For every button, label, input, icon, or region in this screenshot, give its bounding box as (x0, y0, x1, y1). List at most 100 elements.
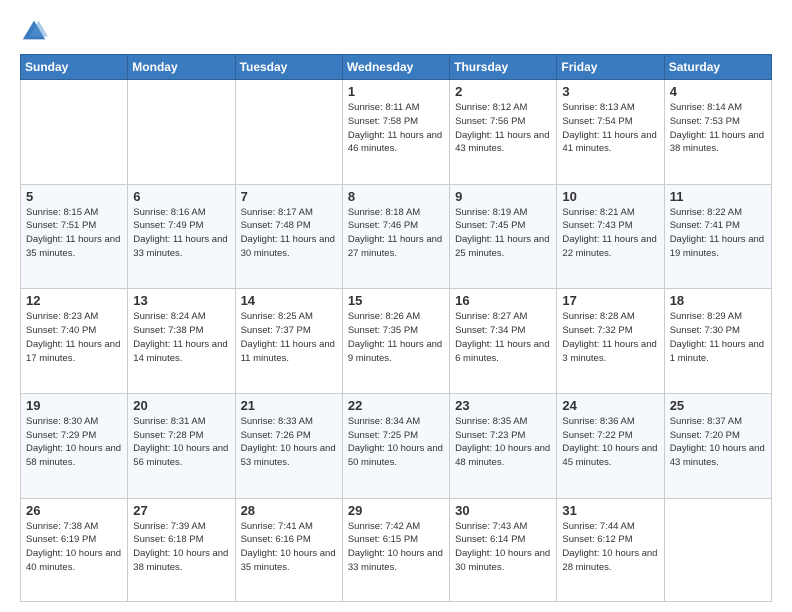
calendar-cell: 26 Sunrise: 7:38 AM Sunset: 6:19 PM Dayli… (21, 498, 128, 602)
calendar-cell: 16Sunrise: 8:27 AM Sunset: 7:34 PM Dayli… (450, 289, 557, 394)
calendar-cell: 23 Sunrise: 8:35 AM Sunset: 7:23 PM Dayli… (450, 393, 557, 498)
day-of-week-header: Friday (557, 55, 664, 80)
day-number: 21 (241, 398, 337, 413)
day-number: 4 (670, 84, 766, 99)
calendar-cell: 5Sunrise: 8:15 AM Sunset: 7:51 PM Daylig… (21, 184, 128, 289)
day-info: Sunrise: 8:18 AM Sunset: 7:46 PM Dayligh… (348, 206, 444, 261)
calendar-cell: 21 Sunrise: 8:33 AM Sunset: 7:26 PM Dayli… (235, 393, 342, 498)
calendar-cell: 1Sunrise: 8:11 AM Sunset: 7:58 PM Daylig… (342, 80, 449, 185)
day-info: Sunrise: 8:26 AM Sunset: 7:35 PM Dayligh… (348, 310, 444, 365)
day-info: Sunrise: 8:34 AM Sunset: 7:25 PM Dayligh… (348, 415, 444, 470)
day-number: 2 (455, 84, 551, 99)
calendar-cell: 8 Sunrise: 8:18 AM Sunset: 7:46 PM Daylig… (342, 184, 449, 289)
day-number: 17 (562, 293, 658, 308)
calendar-cell: 17 Sunrise: 8:28 AM Sunset: 7:32 PM Dayli… (557, 289, 664, 394)
day-of-week-header: Saturday (664, 55, 771, 80)
day-info: Sunrise: 8:30 AM Sunset: 7:29 PM Dayligh… (26, 415, 122, 470)
calendar-week-row: 5Sunrise: 8:15 AM Sunset: 7:51 PM Daylig… (21, 184, 772, 289)
calendar-cell: 30Sunrise: 7:43 AM Sunset: 6:14 PM Dayli… (450, 498, 557, 602)
day-of-week-header: Monday (128, 55, 235, 80)
day-number: 11 (670, 189, 766, 204)
day-number: 15 (348, 293, 444, 308)
calendar-week-row: 1Sunrise: 8:11 AM Sunset: 7:58 PM Daylig… (21, 80, 772, 185)
day-info: Sunrise: 7:38 AM Sunset: 6:19 PM Dayligh… (26, 520, 122, 575)
day-of-week-header: Thursday (450, 55, 557, 80)
calendar-cell (664, 498, 771, 602)
calendar-cell: 18 Sunrise: 8:29 AM Sunset: 7:30 PM Dayli… (664, 289, 771, 394)
day-number: 25 (670, 398, 766, 413)
calendar-cell: 14 Sunrise: 8:25 AM Sunset: 7:37 PM Dayli… (235, 289, 342, 394)
day-of-week-header: Sunday (21, 55, 128, 80)
day-number: 6 (133, 189, 229, 204)
day-number: 31 (562, 503, 658, 518)
day-info: Sunrise: 8:19 AM Sunset: 7:45 PM Dayligh… (455, 206, 551, 261)
day-info: Sunrise: 7:39 AM Sunset: 6:18 PM Dayligh… (133, 520, 229, 575)
day-number: 26 (26, 503, 122, 518)
day-number: 29 (348, 503, 444, 518)
calendar-cell (128, 80, 235, 185)
calendar-week-row: 19Sunrise: 8:30 AM Sunset: 7:29 PM Dayli… (21, 393, 772, 498)
calendar-cell: 12Sunrise: 8:23 AM Sunset: 7:40 PM Dayli… (21, 289, 128, 394)
day-number: 3 (562, 84, 658, 99)
day-number: 1 (348, 84, 444, 99)
day-number: 7 (241, 189, 337, 204)
day-of-week-header: Wednesday (342, 55, 449, 80)
logo (20, 16, 52, 44)
day-info: Sunrise: 8:15 AM Sunset: 7:51 PM Dayligh… (26, 206, 122, 261)
day-info: Sunrise: 8:35 AM Sunset: 7:23 PM Dayligh… (455, 415, 551, 470)
day-number: 12 (26, 293, 122, 308)
day-info: Sunrise: 8:16 AM Sunset: 7:49 PM Dayligh… (133, 206, 229, 261)
calendar-week-row: 26 Sunrise: 7:38 AM Sunset: 6:19 PM Dayli… (21, 498, 772, 602)
day-of-week-header: Tuesday (235, 55, 342, 80)
day-info: Sunrise: 7:44 AM Sunset: 6:12 PM Dayligh… (562, 520, 658, 575)
calendar-cell (21, 80, 128, 185)
day-number: 30 (455, 503, 551, 518)
calendar-cell: 9 Sunrise: 8:19 AM Sunset: 7:45 PM Daylig… (450, 184, 557, 289)
day-number: 28 (241, 503, 337, 518)
day-info: Sunrise: 8:27 AM Sunset: 7:34 PM Dayligh… (455, 310, 551, 365)
calendar-header-row: SundayMondayTuesdayWednesdayThursdayFrid… (21, 55, 772, 80)
day-number: 9 (455, 189, 551, 204)
day-info: Sunrise: 8:28 AM Sunset: 7:32 PM Dayligh… (562, 310, 658, 365)
calendar-cell: 4Sunrise: 8:14 AM Sunset: 7:53 PM Daylig… (664, 80, 771, 185)
day-info: Sunrise: 7:41 AM Sunset: 6:16 PM Dayligh… (241, 520, 337, 575)
calendar-cell: 3Sunrise: 8:13 AM Sunset: 7:54 PM Daylig… (557, 80, 664, 185)
calendar-week-row: 12Sunrise: 8:23 AM Sunset: 7:40 PM Dayli… (21, 289, 772, 394)
calendar-cell (235, 80, 342, 185)
day-number: 10 (562, 189, 658, 204)
generalblue-logo-icon (20, 16, 48, 44)
calendar-cell: 22 Sunrise: 8:34 AM Sunset: 7:25 PM Dayli… (342, 393, 449, 498)
day-info: Sunrise: 8:36 AM Sunset: 7:22 PM Dayligh… (562, 415, 658, 470)
calendar-cell: 7 Sunrise: 8:17 AM Sunset: 7:48 PM Daylig… (235, 184, 342, 289)
day-number: 20 (133, 398, 229, 413)
calendar-table: SundayMondayTuesdayWednesdayThursdayFrid… (20, 54, 772, 602)
calendar-cell: 19Sunrise: 8:30 AM Sunset: 7:29 PM Dayli… (21, 393, 128, 498)
day-info: Sunrise: 8:21 AM Sunset: 7:43 PM Dayligh… (562, 206, 658, 261)
day-info: Sunrise: 8:17 AM Sunset: 7:48 PM Dayligh… (241, 206, 337, 261)
calendar-cell: 28 Sunrise: 7:41 AM Sunset: 6:16 PM Dayli… (235, 498, 342, 602)
header (20, 16, 772, 44)
calendar-cell: 11Sunrise: 8:22 AM Sunset: 7:41 PM Dayli… (664, 184, 771, 289)
day-info: Sunrise: 8:33 AM Sunset: 7:26 PM Dayligh… (241, 415, 337, 470)
calendar-cell: 20 Sunrise: 8:31 AM Sunset: 7:28 PM Dayli… (128, 393, 235, 498)
day-number: 8 (348, 189, 444, 204)
day-number: 22 (348, 398, 444, 413)
day-number: 23 (455, 398, 551, 413)
day-info: Sunrise: 7:42 AM Sunset: 6:15 PM Dayligh… (348, 520, 444, 575)
day-number: 13 (133, 293, 229, 308)
day-info: Sunrise: 8:25 AM Sunset: 7:37 PM Dayligh… (241, 310, 337, 365)
calendar-cell: 29 Sunrise: 7:42 AM Sunset: 6:15 PM Dayli… (342, 498, 449, 602)
calendar-cell: 6 Sunrise: 8:16 AM Sunset: 7:49 PM Daylig… (128, 184, 235, 289)
day-number: 27 (133, 503, 229, 518)
day-info: Sunrise: 8:24 AM Sunset: 7:38 PM Dayligh… (133, 310, 229, 365)
calendar-cell: 13 Sunrise: 8:24 AM Sunset: 7:38 PM Dayli… (128, 289, 235, 394)
calendar-cell: 25Sunrise: 8:37 AM Sunset: 7:20 PM Dayli… (664, 393, 771, 498)
day-info: Sunrise: 8:12 AM Sunset: 7:56 PM Dayligh… (455, 101, 551, 156)
day-info: Sunrise: 8:29 AM Sunset: 7:30 PM Dayligh… (670, 310, 766, 365)
calendar-cell: 2 Sunrise: 8:12 AM Sunset: 7:56 PM Daylig… (450, 80, 557, 185)
day-number: 18 (670, 293, 766, 308)
day-info: Sunrise: 8:31 AM Sunset: 7:28 PM Dayligh… (133, 415, 229, 470)
day-number: 24 (562, 398, 658, 413)
day-number: 14 (241, 293, 337, 308)
calendar-cell: 10 Sunrise: 8:21 AM Sunset: 7:43 PM Dayli… (557, 184, 664, 289)
